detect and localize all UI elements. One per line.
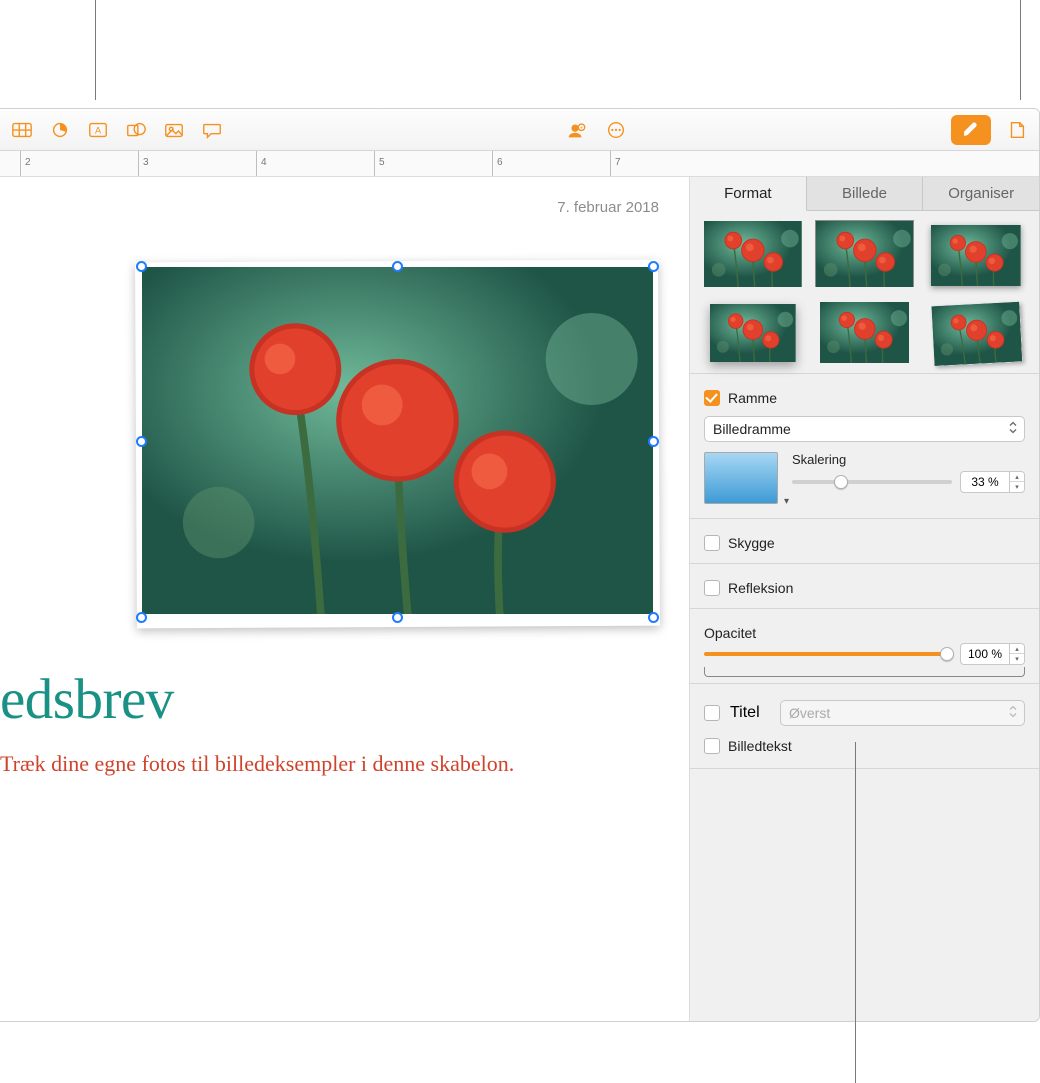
resize-handle[interactable]	[648, 261, 659, 272]
resize-handle[interactable]	[392, 261, 403, 272]
insert-chart-button[interactable]	[42, 116, 78, 144]
insert-media-button[interactable]	[156, 116, 192, 144]
ruler-label: 4	[261, 157, 267, 168]
ruler-label: 6	[497, 157, 503, 168]
toolbar: A +	[0, 109, 1039, 151]
resize-handle[interactable]	[136, 261, 147, 272]
ruler-label: 5	[379, 157, 385, 168]
style-preset[interactable]	[704, 298, 802, 363]
tab-organize[interactable]: Organiser	[923, 177, 1039, 211]
insert-text-button[interactable]: A	[80, 116, 116, 144]
shadow-checkbox[interactable]	[704, 535, 720, 551]
scale-stepper[interactable]: ▴▾	[1010, 471, 1025, 493]
resize-handle[interactable]	[136, 612, 147, 623]
ruler-label: 2	[25, 157, 31, 168]
tab-format[interactable]: Format	[690, 177, 807, 211]
style-preset[interactable]	[816, 221, 914, 286]
opacity-label: Opacitet	[704, 625, 756, 641]
svg-text:+: +	[579, 125, 582, 131]
frame-checkbox[interactable]	[704, 390, 720, 406]
resize-handle[interactable]	[392, 612, 403, 623]
caption-checkbox[interactable]	[704, 738, 720, 754]
callout-bracket	[704, 667, 1025, 677]
resize-handle[interactable]	[648, 612, 659, 623]
style-preset[interactable]	[704, 221, 802, 286]
document-canvas[interactable]: 7. februar 2018 edsbrev Træk dine egne f…	[0, 177, 689, 1021]
document-date: 7. februar 2018	[557, 199, 659, 216]
tab-image[interactable]: Billede	[807, 177, 924, 211]
document-inspector-button[interactable]	[999, 116, 1035, 144]
style-preset[interactable]	[927, 298, 1025, 363]
reflection-checkbox[interactable]	[704, 580, 720, 596]
format-sidebar: Format Billede Organiser	[689, 177, 1039, 1021]
opacity-value-input[interactable]	[960, 643, 1010, 665]
resize-handle[interactable]	[648, 436, 659, 447]
opacity-slider[interactable]	[704, 652, 952, 656]
collaborate-button[interactable]: +	[558, 116, 594, 144]
frame-label: Ramme	[728, 390, 777, 406]
shadow-label: Skygge	[728, 535, 775, 551]
image-style-presets	[704, 221, 1025, 363]
format-inspector-button[interactable]	[951, 115, 991, 145]
insert-comment-button[interactable]	[194, 116, 230, 144]
frame-preview-button[interactable]	[704, 452, 778, 504]
opacity-stepper[interactable]: ▴▾	[1010, 643, 1025, 665]
scale-value-input[interactable]	[960, 471, 1010, 493]
document-headline[interactable]: edsbrev	[0, 667, 174, 732]
ruler-label: 7	[615, 157, 621, 168]
scale-slider[interactable]	[792, 480, 952, 484]
chevron-updown-icon	[1008, 421, 1018, 438]
title-position-dropdown[interactable]: Øverst	[780, 700, 1025, 726]
style-preset[interactable]	[927, 221, 1025, 286]
ruler-label: 3	[143, 157, 149, 168]
svg-text:A: A	[95, 125, 102, 135]
insert-shape-button[interactable]	[118, 116, 154, 144]
dropdown-value: Billedramme	[713, 421, 791, 437]
more-button[interactable]	[598, 116, 634, 144]
title-checkbox[interactable]	[704, 705, 720, 721]
title-label: Titel	[730, 704, 770, 722]
ruler[interactable]: 2 3 4 5 6 7	[0, 151, 1039, 177]
scale-label: Skalering	[792, 452, 1025, 467]
dropdown-value: Øverst	[789, 705, 830, 721]
resize-handle[interactable]	[136, 436, 147, 447]
insert-table-button[interactable]	[4, 116, 40, 144]
frame-type-dropdown[interactable]: Billedramme	[704, 416, 1025, 442]
style-preset[interactable]	[816, 298, 914, 363]
image-content	[142, 267, 653, 614]
chevron-updown-icon	[1008, 705, 1018, 722]
caption-label: Billedtekst	[728, 738, 792, 754]
selected-image[interactable]	[142, 267, 653, 617]
document-subtext[interactable]: Træk dine egne fotos til billedeksempler…	[0, 749, 659, 779]
reflection-label: Refleksion	[728, 580, 793, 596]
